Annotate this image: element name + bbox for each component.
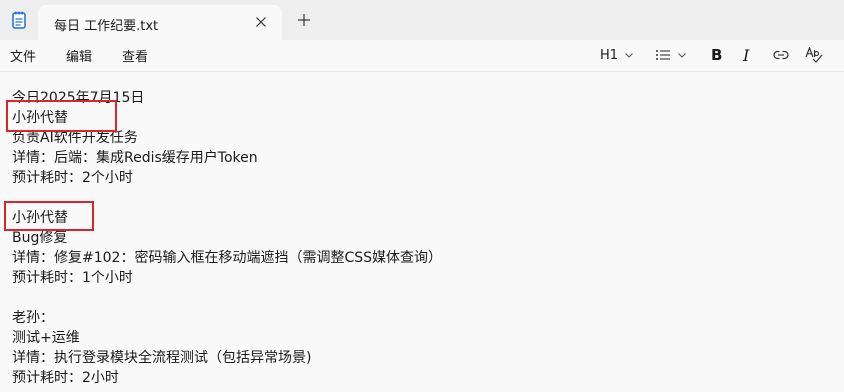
tab-document[interactable]: 每日 工作纪要.txt	[38, 5, 282, 40]
heading-dropdown[interactable]: H1	[600, 45, 634, 65]
text-line: Bug修复	[12, 230, 68, 246]
text-editor[interactable]: 今日2025年7月15日 小孙代替 负责AI软件开发任务 详情：后端：集成Red…	[0, 72, 844, 392]
close-icon[interactable]	[253, 14, 269, 30]
plus-icon[interactable]	[296, 12, 312, 28]
text-line: 预计耗时：2小时	[12, 370, 119, 386]
menu-edit[interactable]: 编辑	[66, 46, 92, 65]
menu-bar: 文件 编辑 查看 H1 B I	[0, 40, 844, 72]
text-line: 预计耗时：1个小时	[12, 270, 133, 286]
notepad-window: 每日 工作纪要.txt 文件 编辑 查看 H1 B I 今日2025年7月15日…	[0, 0, 844, 392]
menu-file[interactable]: 文件	[10, 46, 36, 65]
list-icon	[655, 48, 671, 62]
bold-button[interactable]: B	[711, 45, 722, 65]
list-dropdown[interactable]	[655, 45, 687, 65]
heading-label: H1	[600, 47, 619, 63]
text-line: 详情：修复#102：密码输入框在移动端遮挡（需调整CSS媒体查询）	[12, 250, 442, 266]
text-line: 详情：后端：集成Redis缓存用户Token	[12, 150, 258, 166]
link-button[interactable]	[773, 45, 789, 65]
italic-button[interactable]: I	[743, 45, 749, 65]
text-line: 今日2025年7月15日	[12, 90, 145, 106]
menu-view[interactable]: 查看	[122, 46, 148, 65]
tab-bar: 每日 工作纪要.txt	[0, 0, 844, 40]
text-line: 老孙：	[12, 310, 54, 326]
text-line: 预计耗时：2个小时	[12, 170, 133, 186]
notepad-icon	[12, 11, 26, 29]
text-line: 负责AI软件开发任务	[12, 130, 138, 146]
italic-icon: I	[743, 45, 750, 65]
text-line: 测试+运维	[12, 330, 80, 346]
chevron-down-icon	[677, 50, 687, 60]
bold-icon: B	[711, 46, 723, 64]
tab-title: 每日 工作纪要.txt	[54, 19, 159, 34]
spellcheck-button[interactable]	[805, 45, 823, 65]
text-line: 小孙代替	[12, 110, 68, 126]
link-icon	[773, 49, 789, 61]
text-line: 详情：执行登录模块全流程测试（包括异常场景)	[12, 350, 312, 366]
spellcheck-icon	[805, 47, 823, 63]
text-line: 小孙代替	[12, 210, 68, 226]
chevron-down-icon	[624, 50, 634, 60]
